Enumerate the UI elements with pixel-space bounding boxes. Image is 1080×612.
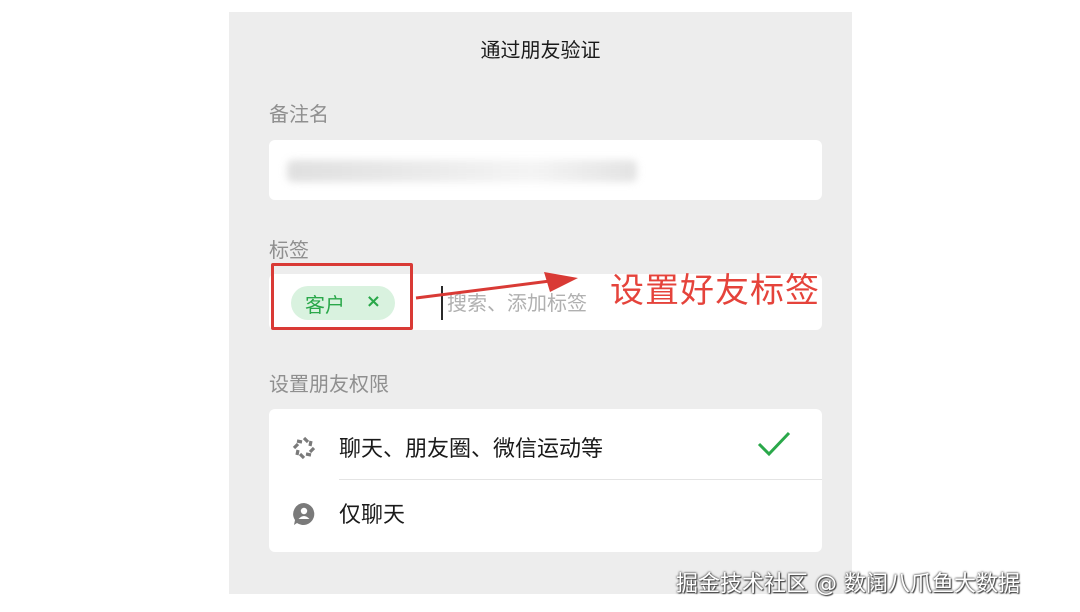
permissions-label: 设置朋友权限 xyxy=(269,372,389,396)
chat-only-icon xyxy=(293,503,315,525)
permission-option-label: 聊天、朋友圈、微信运动等 xyxy=(339,437,604,462)
permission-option-label: 仅聊天 xyxy=(339,503,406,528)
check-icon xyxy=(757,431,791,457)
tag-highlight-box xyxy=(271,263,413,330)
page-title: 通过朋友验证 xyxy=(480,38,601,62)
remark-label: 备注名 xyxy=(269,102,329,126)
moments-icon xyxy=(292,436,316,460)
redacted-remark-text xyxy=(287,160,637,182)
screenshot-stage: 通过朋友验证 备注名 标签 客户 × 设置朋友权限 xyxy=(0,0,1080,612)
remark-input[interactable] xyxy=(269,140,822,200)
annotation-text: 设置好友标签 xyxy=(610,271,820,311)
tags-label: 标签 xyxy=(269,238,309,262)
watermark: 掘金技术社区 @ 数阔八爪鱼大数据 xyxy=(676,572,1020,597)
annotation-arrow-icon xyxy=(415,272,578,300)
divider xyxy=(339,479,822,480)
permission-option-full[interactable]: 聊天、朋友圈、微信运动等 xyxy=(269,415,822,479)
permission-option-chat-only[interactable]: 仅聊天 xyxy=(269,481,822,545)
permissions-card: 聊天、朋友圈、微信运动等 仅聊天 xyxy=(269,409,822,552)
